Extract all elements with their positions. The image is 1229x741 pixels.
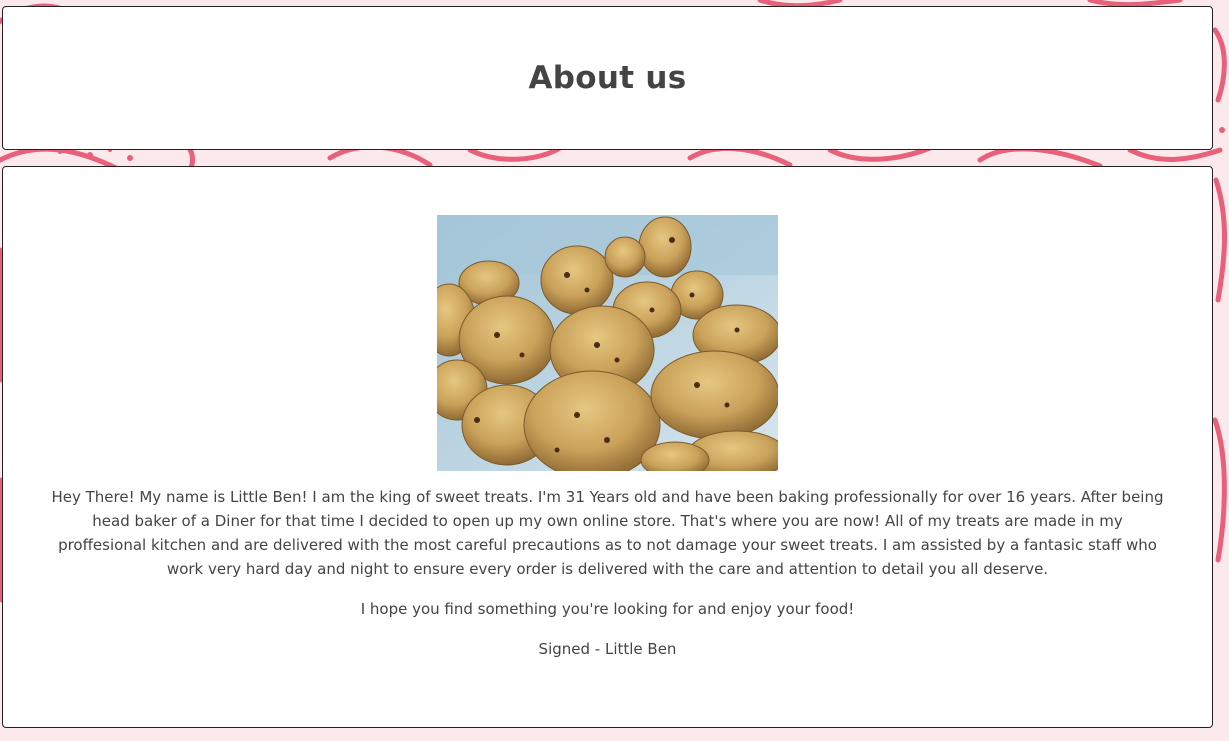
about-hope-text: I hope you find something you're looking… bbox=[360, 600, 855, 618]
page-title: About us bbox=[528, 60, 687, 96]
signature-text: Signed - Little Ben bbox=[538, 640, 677, 658]
scones-photo-icon bbox=[437, 215, 778, 471]
about-content-card: Hey There! My name is Little Ben! I am t… bbox=[2, 166, 1213, 728]
header-card: About us bbox=[2, 6, 1213, 150]
about-intro-text: Hey There! My name is Little Ben! I am t… bbox=[51, 488, 1164, 578]
